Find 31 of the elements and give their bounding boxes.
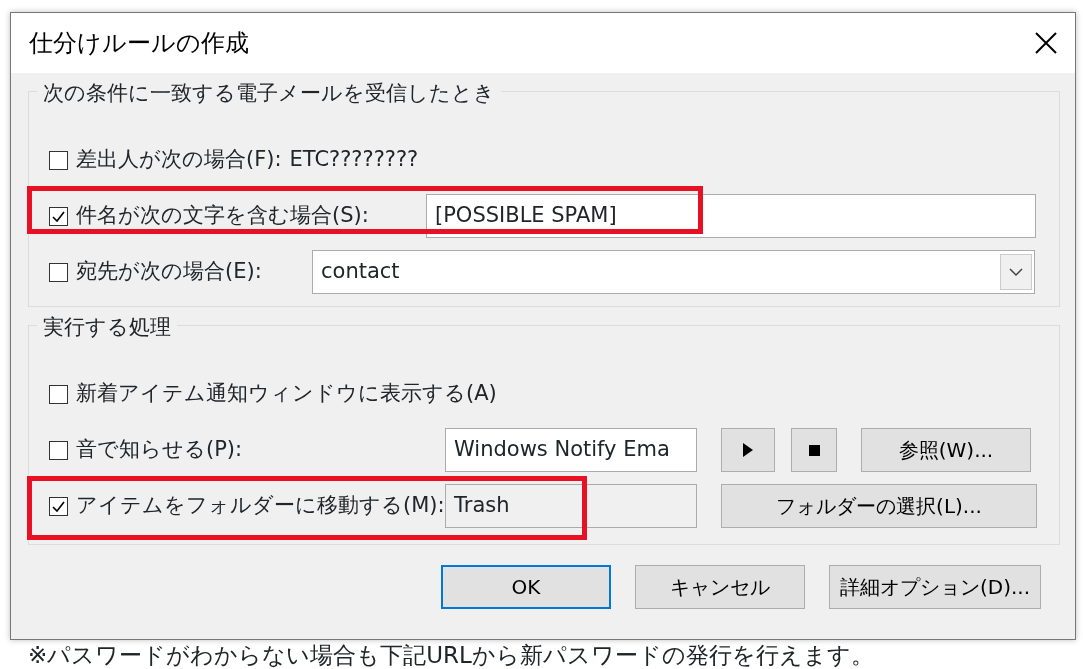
checkbox[interactable] <box>49 496 68 516</box>
checkbox[interactable] <box>49 384 68 404</box>
play-icon <box>743 443 753 457</box>
window-title: 仕分けルールの作成 <box>29 28 249 59</box>
check-icon <box>51 499 66 513</box>
checkbox-label: 宛先が次の場合(E): <box>76 258 263 286</box>
cancel-button[interactable]: キャンセル <box>634 565 805 609</box>
checkbox-label: 音で知らせる(P): <box>76 436 244 464</box>
checkbox[interactable] <box>49 262 68 282</box>
background-text: ※パスワードがわからない場合も下記URLから新パスワードの発行を行えます。 <box>28 641 875 669</box>
select-folder-button[interactable]: フォルダーの選択(L)... <box>721 484 1037 528</box>
stop-button[interactable] <box>791 428 837 472</box>
checkbox-label: 新着アイテム通知ウィンドウに表示する(A) <box>76 380 497 408</box>
checkbox[interactable] <box>49 440 68 460</box>
sound-field[interactable]: Windows Notify Ema <box>445 428 697 472</box>
checkbox-label: 件名が次の文字を含む場合(S): <box>76 202 370 230</box>
check-icon <box>51 209 66 223</box>
recipient-dropdown[interactable]: contact <box>312 250 1035 294</box>
sender-value: ETC???????? <box>289 146 419 174</box>
checkbox[interactable] <box>49 150 68 170</box>
checkbox-label: 差出人が次の場合(F): <box>76 146 282 174</box>
subject-field[interactable]: [POSSIBLE SPAM] <box>426 194 1036 238</box>
stop-icon <box>808 444 820 456</box>
advanced-options-button[interactable]: 詳細オプション(D)... <box>828 565 1041 609</box>
play-button[interactable] <box>721 428 775 472</box>
checkbox[interactable] <box>49 206 68 226</box>
folder-field: Trash <box>445 484 697 528</box>
checkbox-label: アイテムをフォルダーに移動する(M): <box>76 492 445 520</box>
browse-button[interactable]: 参照(W)... <box>861 428 1031 472</box>
close-icon[interactable] <box>1035 32 1057 54</box>
ok-button[interactable]: OK <box>440 565 611 609</box>
